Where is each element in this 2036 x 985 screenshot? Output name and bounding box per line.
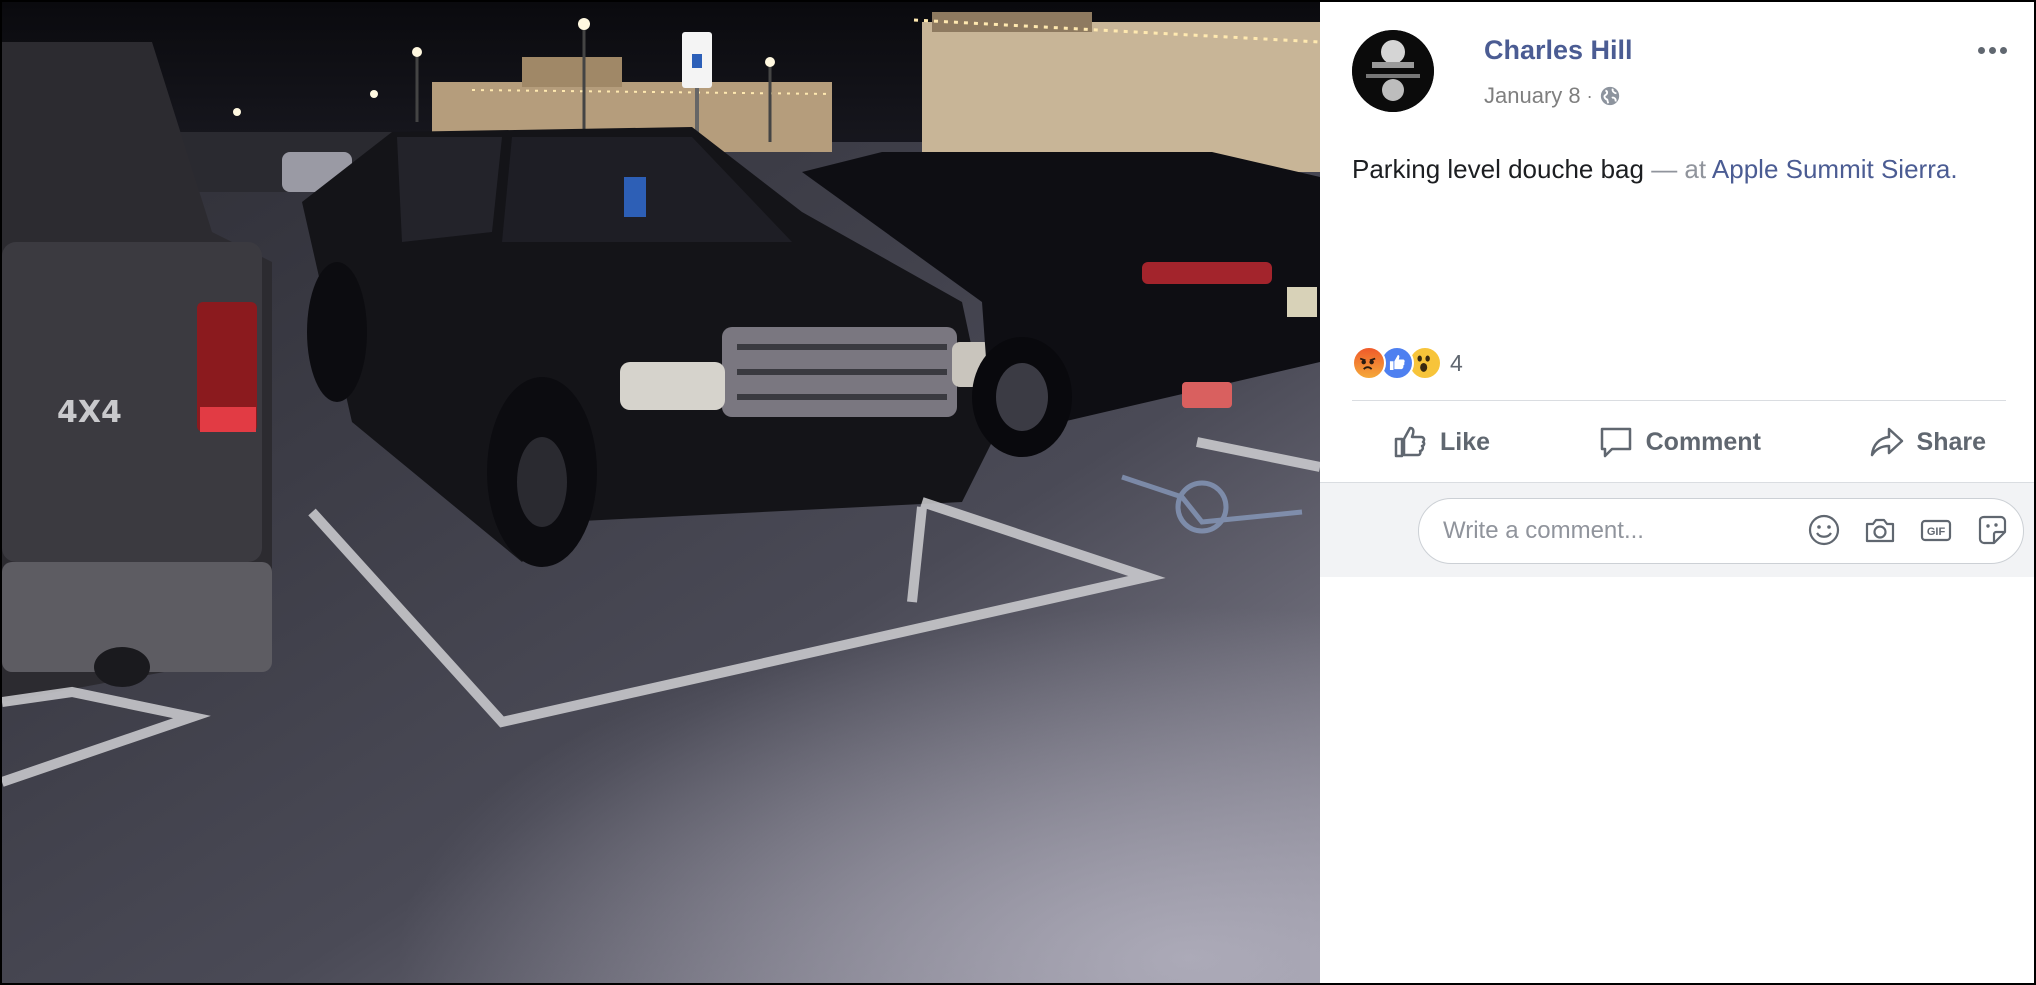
post-photo[interactable]: 4X4 <box>2 2 1320 983</box>
post-text: Parking level douche bag — at Apple Summ… <box>1352 154 1958 185</box>
comment-button[interactable]: Comment <box>1598 424 1761 460</box>
author-name[interactable]: Charles Hill <box>1484 35 1633 66</box>
post-at-label: — at <box>1643 154 1712 184</box>
post-place-suffix: . <box>1950 154 1958 184</box>
share-icon <box>1870 427 1903 457</box>
post-actions: Like Comment Share <box>1352 407 2006 477</box>
reactions-summary[interactable]: 4 <box>1352 345 1463 381</box>
post-place-link[interactable]: Apple Summit Sierra <box>1712 154 1950 184</box>
share-button[interactable]: Share <box>1869 424 1986 460</box>
post-details-panel: Charles Hill January 8 · Parking level d… <box>1320 2 2034 983</box>
gif-icon-label: GIF <box>1927 526 1946 538</box>
parking-lot-photo: 4X4 <box>2 2 1320 983</box>
globe-icon <box>1600 86 1619 106</box>
svg-text:4X4: 4X4 <box>57 395 122 430</box>
more-options-icon[interactable] <box>1972 30 2012 70</box>
comment-composer: GIF <box>1320 482 2034 577</box>
post-message: Parking level douche bag <box>1352 154 1644 184</box>
comment-tools: GIF <box>1807 513 2009 547</box>
divider <box>1352 400 2006 401</box>
comment-box: GIF <box>1418 498 2024 564</box>
comment-label: Comment <box>1645 427 1761 456</box>
like-label: Like <box>1440 427 1491 456</box>
post-meta: January 8 · <box>1484 83 1621 109</box>
emoji-icon[interactable] <box>1807 513 1841 547</box>
thumbs-up-icon <box>1394 426 1426 458</box>
comment-input[interactable] <box>1443 499 1783 563</box>
sticker-icon[interactable] <box>1975 513 2009 547</box>
avatar[interactable] <box>1352 30 1434 112</box>
angry-reaction-icon <box>1352 346 1386 380</box>
date-separator: · <box>1586 85 1593 106</box>
camera-icon[interactable] <box>1863 513 1897 547</box>
avatar-image <box>1352 30 1434 112</box>
post-date[interactable]: January 8 <box>1484 83 1581 109</box>
share-label: Share <box>1916 427 1986 456</box>
reaction-count[interactable]: 4 <box>1450 350 1463 377</box>
comment-icon <box>1600 427 1631 458</box>
like-button[interactable]: Like <box>1392 424 1490 460</box>
gif-icon[interactable]: GIF <box>1919 513 1953 547</box>
post-viewer: 4X4 Charles Hill January 8 · Parking lev… <box>0 0 2036 985</box>
post-header: Charles Hill January 8 · <box>1352 30 2012 116</box>
